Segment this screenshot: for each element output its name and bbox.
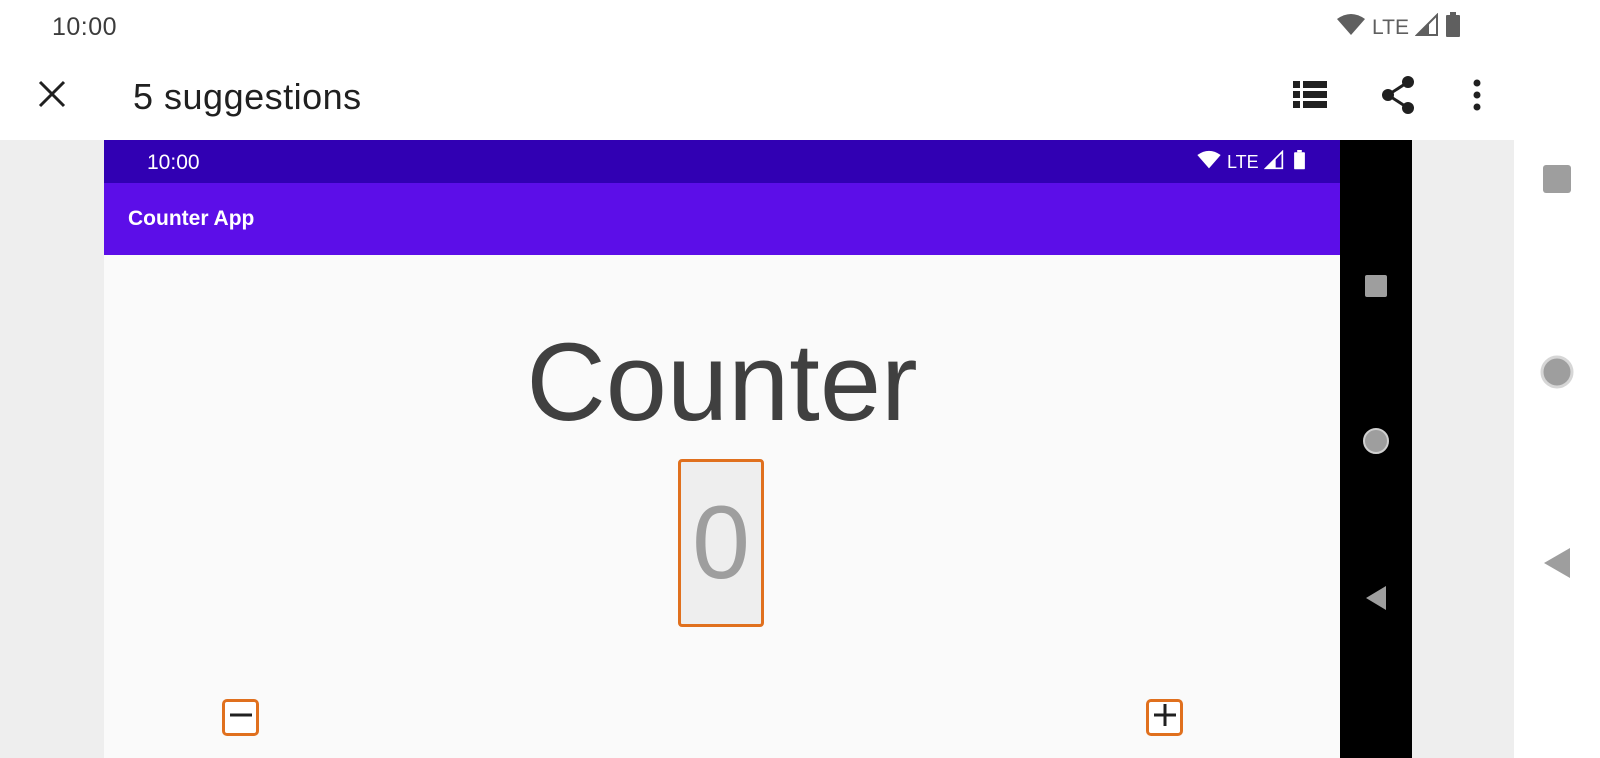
counter-heading: Counter <box>526 321 918 444</box>
more-options-icon <box>1472 79 1482 116</box>
recents-button[interactable] <box>1514 164 1600 199</box>
device-screenshot: 10:00 LTE Counter App Counter 0 <box>104 140 1412 758</box>
app-bar: Counter App <box>104 183 1340 255</box>
status-icons: LTE <box>1336 12 1461 43</box>
close-button[interactable] <box>26 70 78 122</box>
share-icon <box>1380 75 1416 119</box>
plus-icon <box>1152 702 1178 733</box>
device-nav-bar <box>1340 140 1412 758</box>
recents-square-icon <box>1542 164 1572 199</box>
device-recents-button[interactable] <box>1340 274 1412 303</box>
minus-icon <box>228 702 254 733</box>
network-type: LTE <box>1372 15 1409 39</box>
page-title: 5 suggestions <box>133 76 362 117</box>
toolbar: 5 suggestions <box>0 54 1600 140</box>
increment-button[interactable] <box>1146 699 1183 736</box>
back-triangle-icon <box>1364 584 1388 617</box>
counter-value-field[interactable]: 0 <box>678 459 764 627</box>
close-icon <box>38 80 66 113</box>
device-status-time: 10:00 <box>147 151 200 174</box>
device-status-bar: 10:00 LTE <box>104 140 1340 183</box>
signal-icon <box>1263 149 1284 175</box>
decrement-button[interactable] <box>222 699 259 736</box>
device-home-button[interactable] <box>1340 427 1412 460</box>
app-content: Counter 0 <box>104 255 1340 758</box>
device-network-type: LTE <box>1227 152 1259 172</box>
signal-icon <box>1414 12 1439 42</box>
system-nav-rail <box>1514 140 1600 758</box>
more-options-button[interactable] <box>1452 72 1502 122</box>
device-back-button[interactable] <box>1340 584 1412 617</box>
back-triangle-icon <box>1542 546 1572 585</box>
battery-icon <box>1293 150 1306 175</box>
recents-square-icon <box>1364 274 1388 303</box>
battery-icon <box>1445 12 1461 43</box>
status-time: 10:00 <box>52 13 118 41</box>
home-circle-icon <box>1539 354 1575 395</box>
wifi-icon <box>1196 150 1222 175</box>
device-status-icons: LTE <box>1196 149 1306 175</box>
list-view-button[interactable] <box>1285 72 1335 122</box>
status-bar: 10:00 LTE <box>0 0 1600 54</box>
app-title: Counter App <box>128 207 255 230</box>
home-button[interactable] <box>1514 354 1600 395</box>
wifi-icon <box>1336 13 1366 42</box>
share-button[interactable] <box>1373 72 1423 122</box>
home-circle-icon <box>1362 427 1390 460</box>
list-view-icon <box>1293 80 1327 114</box>
back-button[interactable] <box>1514 546 1600 585</box>
